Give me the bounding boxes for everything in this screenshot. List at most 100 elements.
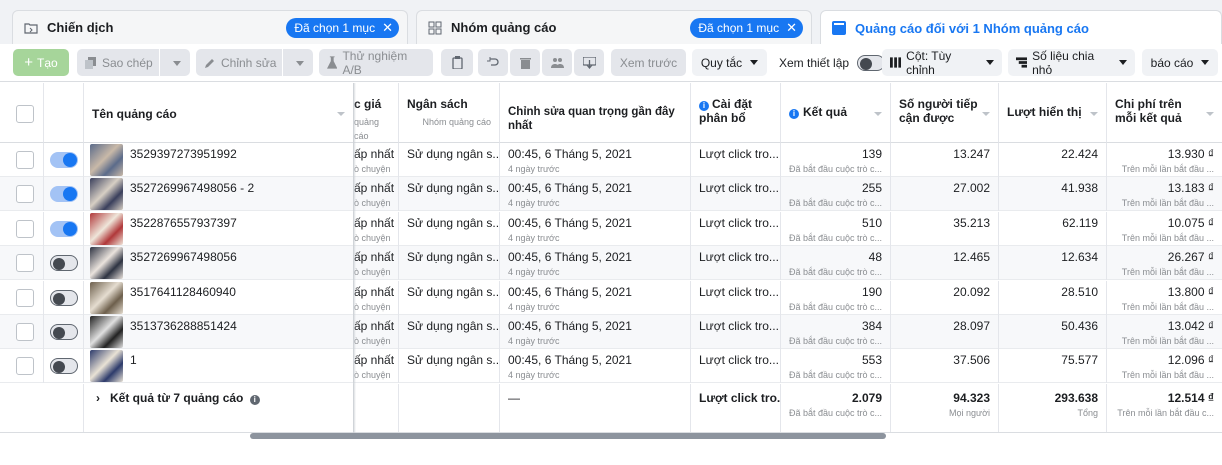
row-checkbox[interactable] [16, 151, 34, 169]
ad-name-cell[interactable]: 1 [84, 349, 354, 384]
ad-thumbnail[interactable] [90, 281, 123, 314]
sort-icon[interactable] [982, 112, 990, 116]
rules-dropdown[interactable]: Quy tắc [692, 49, 767, 76]
table-row[interactable]: 3513736288851424 ấp nhất ò chuyện Sử dụn… [0, 315, 1222, 349]
row-checkbox[interactable] [16, 219, 34, 238]
header-reach[interactable]: Số người tiếp cận được [891, 83, 999, 143]
preview-button[interactable]: Xem trước [611, 49, 686, 76]
row-checkbox[interactable] [16, 323, 34, 341]
ad-name-cell[interactable]: 3517641128460940 [84, 280, 354, 315]
ad-name[interactable]: 3522876557937397 [130, 216, 237, 230]
adset-selected-pill[interactable]: Đã chọn 1 mục ✕ [690, 18, 803, 38]
info-icon[interactable]: i [249, 395, 260, 405]
row-checkbox[interactable] [16, 185, 34, 204]
ad-thumbnail[interactable] [90, 212, 123, 245]
header-results[interactable]: i Kết quả [781, 83, 891, 143]
sort-icon[interactable] [337, 112, 345, 116]
results-sub: Đã bắt đầu cuộc trò c... [789, 232, 883, 243]
ad-thumbnail[interactable] [90, 316, 123, 348]
table-row[interactable]: 3517641128460940 ấp nhất ò chuyện Sử dụn… [0, 280, 1222, 315]
ad-name[interactable]: 1 [130, 353, 137, 367]
sort-icon[interactable] [874, 112, 882, 116]
horizontal-scrollbar[interactable] [250, 433, 886, 439]
divider [282, 49, 283, 76]
sort-icon[interactable] [1090, 112, 1098, 116]
delete-button[interactable] [510, 49, 540, 76]
info-icon[interactable]: i [789, 109, 799, 119]
impressions-value: 12.634 [1061, 250, 1098, 265]
campaign-selected-pill[interactable]: Đã chọn 1 mục ✕ [286, 18, 399, 38]
cost-value: 13.183 ₫ [1167, 181, 1214, 196]
header-recent-edit[interactable]: Chỉnh sửa quan trọng gần đây nhất [500, 83, 691, 143]
ad-status-toggle[interactable] [50, 220, 78, 237]
view-setup-switch[interactable] [857, 54, 886, 71]
breakdown-dropdown[interactable]: Số liệu chia nhỏ [1008, 49, 1135, 77]
ab-test-button[interactable]: Thử nghiệm A/B [319, 49, 433, 77]
ad-name-cell[interactable]: 3529397273951992 [84, 143, 354, 177]
table-row[interactable]: 3529397273951992 ấp nhất ò chuyện Sử dụn… [0, 143, 1222, 177]
ad-thumbnail[interactable] [90, 178, 123, 211]
info-icon[interactable]: i [699, 101, 709, 111]
header-bid[interactable]: c giá quảng cáo [354, 83, 399, 143]
header-impressions[interactable]: Lượt hiển thị [999, 83, 1107, 143]
close-icon[interactable]: ✕ [382, 20, 393, 36]
ad-status-toggle[interactable] [50, 324, 78, 340]
ad-name[interactable]: 3527269967498056 - 2 [130, 181, 254, 195]
duplicate-button[interactable]: Sao chép [77, 49, 190, 76]
reports-dropdown[interactable]: báo cáo [1142, 49, 1218, 76]
ad-thumbnail[interactable] [90, 144, 123, 176]
ad-name[interactable]: 3529397273951992 [130, 147, 237, 161]
recent-edit-cell: 00:45, 6 Tháng 5, 2021 4 ngày trước [500, 349, 691, 384]
tab-campaigns[interactable]: Chiến dịch Đã chọn 1 mục ✕ [12, 10, 408, 44]
row-checkbox-cell [0, 211, 44, 246]
create-button[interactable]: + Tạo [13, 49, 69, 76]
header-budget[interactable]: Ngân sách Nhóm quảng cáo [399, 83, 500, 143]
header-ad-name[interactable]: Tên quảng cáo [84, 83, 354, 143]
cost-cell: 13.042 ₫ Trên mỗi lần bắt đầu ... [1107, 315, 1222, 349]
ad-thumbnail[interactable] [90, 247, 123, 280]
chevron-down-icon[interactable] [296, 61, 304, 66]
table-row[interactable]: 3522876557937397 ấp nhất ò chuyện Sử dụn… [0, 211, 1222, 246]
table-row[interactable]: 1 ấp nhất ò chuyện Sử dụng ngân s... 00:… [0, 349, 1222, 384]
tab-adsets[interactable]: Nhóm quảng cáo Đã chọn 1 mục ✕ [416, 10, 812, 44]
close-icon[interactable]: ✕ [786, 20, 797, 36]
row-checkbox[interactable] [16, 288, 34, 307]
ad-name[interactable]: 3513736288851424 [130, 319, 237, 333]
row-checkbox[interactable] [16, 357, 34, 376]
ad-status-toggle[interactable] [50, 255, 78, 272]
table-row[interactable]: 3527269967498056 - 2 ấp nhất ò chuyện Sử… [0, 177, 1222, 212]
impressions-value: 62.119 [1062, 215, 1098, 230]
ad-name[interactable]: 3517641128460940 [130, 285, 236, 299]
tab-ads[interactable]: Quảng cáo đối với 1 Nhóm quảng cáo [820, 10, 1222, 45]
audience-button[interactable] [542, 49, 572, 76]
edit-button[interactable]: Chỉnh sửa [196, 49, 313, 76]
sort-icon[interactable] [1206, 112, 1214, 116]
chevron-right-icon[interactable]: › [96, 391, 100, 405]
ad-status-toggle[interactable] [50, 152, 78, 168]
row-checkbox[interactable] [16, 254, 34, 273]
ad-name-cell[interactable]: 3522876557937397 [84, 211, 354, 246]
ad-status-toggle[interactable] [50, 289, 78, 306]
ad-name-cell[interactable]: 3513736288851424 [84, 315, 354, 349]
results-value: 510 [861, 215, 882, 230]
ad-thumbnail[interactable] [90, 350, 123, 383]
select-all-checkbox[interactable] [16, 105, 34, 123]
ad-status-toggle[interactable] [50, 186, 78, 203]
header-attribution[interactable]: i Cài đặt phân bổ [691, 83, 781, 143]
chevron-down-icon[interactable] [173, 61, 181, 66]
view-setup-toggle[interactable]: Xem thiết lập [779, 49, 886, 76]
table-row[interactable]: 3527269967498056 ấp nhất ò chuyện Sử dụn… [0, 246, 1222, 281]
export-button[interactable] [574, 49, 604, 76]
summary-label-cell[interactable]: › Kết quả từ 7 quảng cáo i [84, 384, 354, 432]
reach-cell: 13.247 [891, 143, 999, 177]
recent-edit-cell: 00:45, 6 Tháng 5, 2021 4 ngày trước [500, 315, 691, 349]
ad-name-cell[interactable]: 3527269967498056 - 2 [84, 177, 354, 212]
clipboard-button[interactable] [441, 49, 473, 76]
summary-attribution: Lượt click tro... [691, 384, 781, 432]
columns-dropdown[interactable]: Cột: Tùy chỉnh [882, 49, 1002, 77]
undo-button[interactable] [478, 49, 508, 76]
ad-name-cell[interactable]: 3527269967498056 [84, 246, 354, 281]
ad-status-toggle[interactable] [50, 358, 78, 375]
ad-name[interactable]: 3527269967498056 [130, 250, 237, 264]
header-cost-per-result[interactable]: Chi phí trên mỗi kết quả [1107, 83, 1222, 143]
